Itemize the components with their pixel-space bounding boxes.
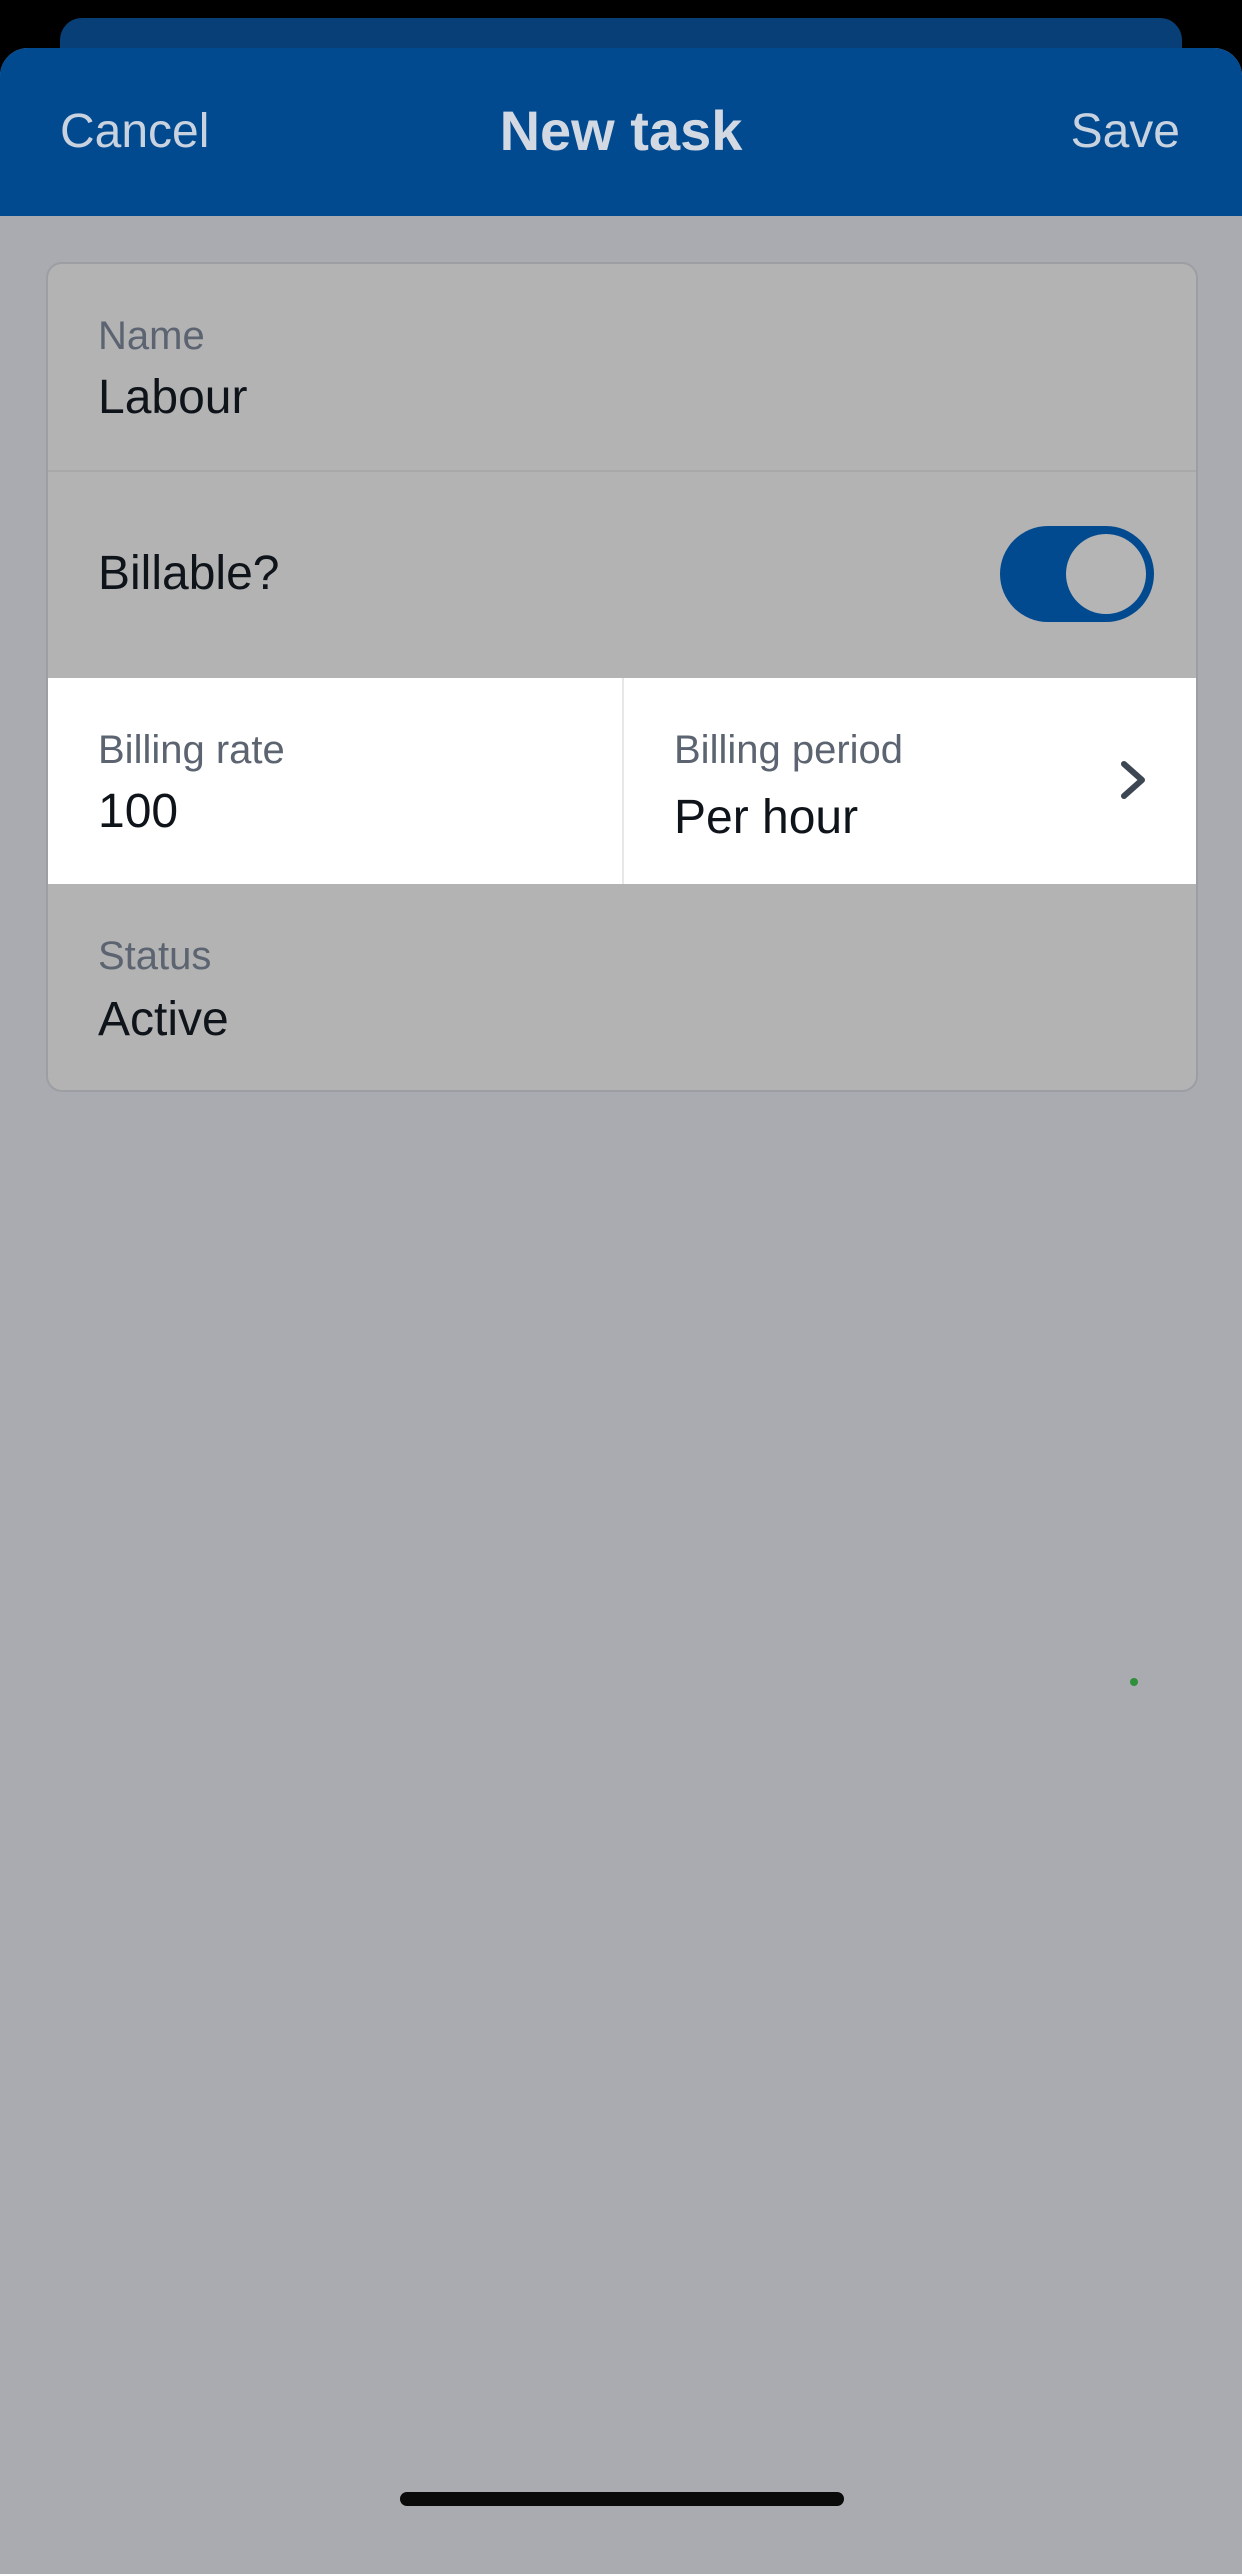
billing-period-value: Per hour xyxy=(674,791,859,844)
name-value[interactable]: Labour xyxy=(98,370,247,425)
home-indicator[interactable] xyxy=(400,2492,844,2506)
billing-row: Billing rate 100 Billing period Per hour xyxy=(48,678,1196,884)
name-field[interactable]: Name Labour xyxy=(48,264,1196,472)
new-task-sheet: Cancel New task Save Name Labour Billabl… xyxy=(0,48,1242,2574)
billing-rate-label: Billing rate xyxy=(98,728,285,772)
billing-period-selector[interactable]: Billing period Per hour xyxy=(624,678,1196,884)
name-label: Name xyxy=(98,314,205,358)
indicator-dot xyxy=(1130,1678,1138,1686)
chevron-right-icon xyxy=(1121,761,1145,799)
billing-rate-value[interactable]: 100 xyxy=(98,784,178,839)
save-button[interactable]: Save xyxy=(1071,104,1180,159)
billing-period-label: Billing period xyxy=(674,728,904,772)
billing-rate-field[interactable]: Billing rate 100 xyxy=(48,678,624,884)
task-form-card: Name Labour Billable? Billing rate 100 B… xyxy=(46,262,1198,1092)
billable-row: Billable? xyxy=(48,472,1196,676)
status-field[interactable]: Status Active xyxy=(48,884,1196,1090)
toggle-knob xyxy=(1066,534,1146,614)
page-title: New task xyxy=(499,99,743,162)
status-label: Status xyxy=(98,934,212,978)
billable-toggle[interactable] xyxy=(1000,526,1154,622)
navigation-bar: Cancel New task Save xyxy=(0,48,1242,216)
screen: Cancel New task Save Name Labour Billabl… xyxy=(0,0,1242,2574)
status-value: Active xyxy=(98,993,229,1046)
billable-label: Billable? xyxy=(98,547,280,600)
